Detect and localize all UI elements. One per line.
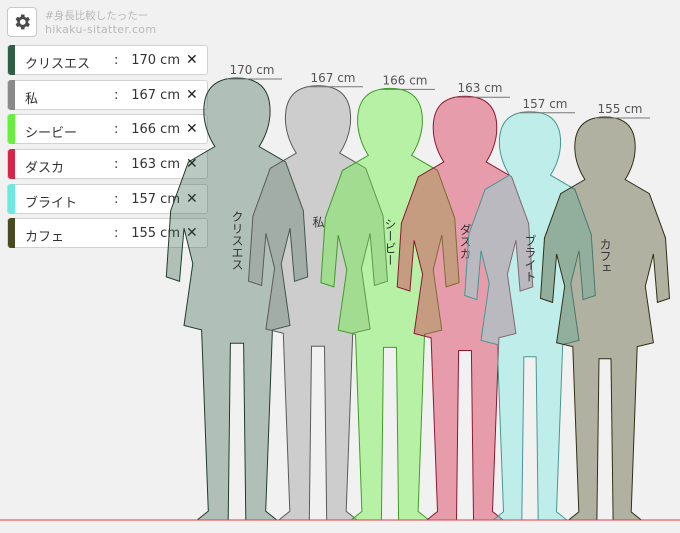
figure-height-label: 170 cm — [229, 63, 274, 77]
figure-name-label: カフェ — [598, 237, 612, 273]
figure-name-label: 私 — [311, 216, 325, 228]
figure-height-label: 166 cm — [382, 73, 427, 87]
figure-height-label: 167 cm — [310, 71, 355, 85]
figure-name-label: シービー — [383, 218, 397, 266]
height-comparison-stage: 170 cmクリスエス167 cm私166 cmシービー163 cmダスカ157… — [0, 63, 680, 521]
figure-silhouette — [539, 116, 671, 521]
figure-height-label: 155 cm — [597, 102, 642, 116]
figure-name-label: クリスエス — [230, 210, 244, 270]
figure-height-label: 163 cm — [457, 81, 502, 95]
figure-height-label: 157 cm — [522, 97, 567, 111]
figure-name-label: ブライト — [523, 233, 537, 282]
